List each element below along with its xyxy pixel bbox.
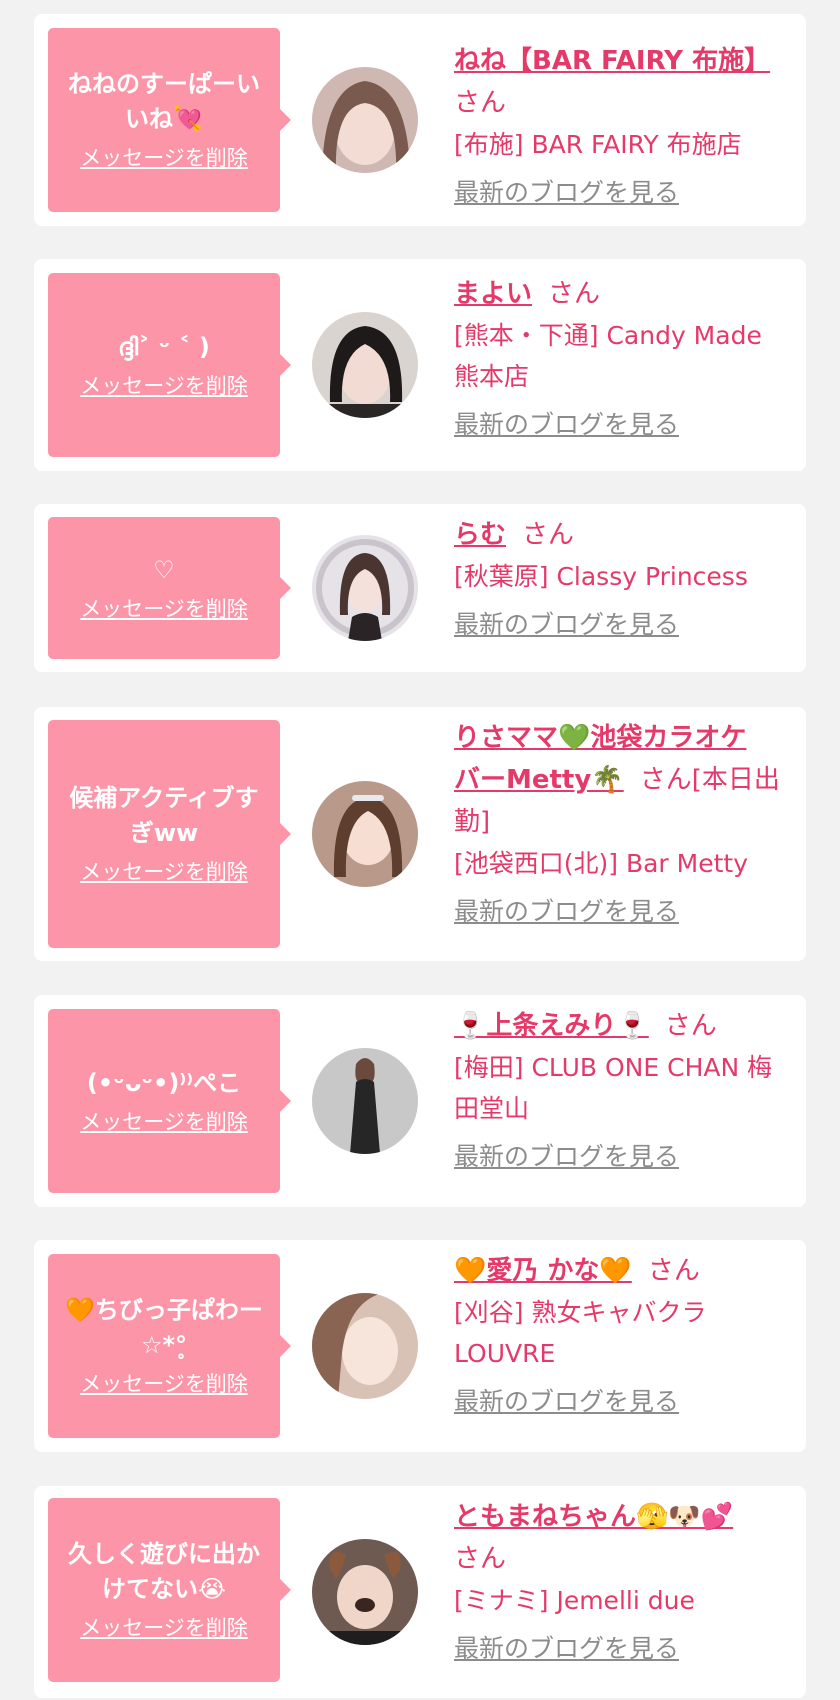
san-suffix: さん [647,1256,700,1286]
message-bubble: ♡ メッセージを削除 [48,517,291,659]
message-bubble: 🧡ちびっ子ぱわー☆*°̥ メッセージを削除 [48,1254,291,1438]
delete-message-link[interactable]: メッセージを削除 [80,1369,248,1399]
san-suffix: さん [664,1011,717,1041]
cast-line: 🧡愛乃 かな🧡 さん [454,1250,804,1292]
cast-line: まよい さん [454,273,804,315]
latest-blog-link[interactable]: 最新のブログを見る [454,175,679,211]
message-bubble: ねねのすーぱーいいね💘 メッセージを削除 [48,28,291,212]
latest-blog-link[interactable]: 最新のブログを見る [454,1631,679,1667]
list-item: ねねのすーぱーいいね💘 メッセージを削除 ねね【BAR FAIRY 布施】 さん… [34,14,806,226]
cast-info: りさママ💚池袋カラオケ バーMetty🌴 さん[本日出 勤] [池袋西口(北)] … [454,717,804,930]
san-suffix: 勤] [454,807,491,837]
cast-line: 勤] [454,801,804,843]
shop-name: [刈谷] 熟女キャバクラ [454,1298,707,1327]
cast-name-link[interactable]: ともまねちゃん🫣🐶💕 [454,1502,733,1532]
list-item: 候補アクティブすぎww メッセージを削除 りさママ💚池袋カラオケ バーMetty… [34,707,806,961]
cast-info: 🍷上条えみり🍷 さん [梅田] CLUB ONE CHAN 梅 田堂山 最新のブロ… [454,1005,804,1175]
cast-line: さん [454,1538,804,1580]
cast-info: らむ さん [秋葉原] Classy Princess 最新のブログを見る [454,514,804,643]
delete-message-link[interactable]: メッセージを削除 [80,143,248,173]
shop-name: [池袋西口(北)] Bar Metty [454,849,749,878]
message-text: 候補アクティブすぎww [69,784,259,847]
cast-line: ねね【BAR FAIRY 布施】 [454,40,804,82]
avatar[interactable] [312,67,418,173]
cast-name-link[interactable]: 🧡愛乃 かな🧡 [454,1256,632,1286]
delete-message-link[interactable]: メッセージを削除 [80,1107,248,1137]
shop-name: [ミナミ] Jemelli due [454,1586,695,1615]
list-item: ദ്ദി˃ ᵕ ˂ ) メッセージを削除 まよい さん [熊本・下通] Candy… [34,259,806,471]
message-text: ദ്ദി˃ ᵕ ˂ ) [118,332,210,361]
favorite-list: ねねのすーぱーいいね💘 メッセージを削除 ねね【BAR FAIRY 布施】 さん… [0,0,840,1700]
san-suffix: さん [522,520,575,550]
latest-blog-link[interactable]: 最新のブログを見る [454,407,679,443]
avatar[interactable] [312,535,418,641]
list-item: (•ᵕᴗᵕ•)⁾⁾ぺこ メッセージを削除 🍷上条えみり🍷 さん [梅田] CLUB… [34,995,806,1207]
list-item: 🧡ちびっ子ぱわー☆*°̥ メッセージを削除 🧡愛乃 かな🧡 さん [刈谷] 熟女キ… [34,1240,806,1452]
cast-line: らむ さん [454,514,804,556]
cast-info: まよい さん [熊本・下通] Candy Made 熊本店 最新のブログを見る [454,273,804,443]
list-item: ♡ メッセージを削除 らむ さん [秋葉原] Classy Princess 最新… [34,504,806,672]
avatar[interactable] [312,1293,418,1399]
message-bubble: ദ്ദി˃ ᵕ ˂ ) メッセージを削除 [48,273,291,457]
delete-message-link[interactable]: メッセージを削除 [80,371,248,401]
message-text: ねねのすーぱーいいね💘 [68,70,260,133]
latest-blog-link[interactable]: 最新のブログを見る [454,1384,679,1420]
cast-line: りさママ💚池袋カラオケ [454,717,804,759]
san-suffix: さん [454,1544,507,1574]
shop-name: LOUVRE [454,1339,556,1368]
san-suffix: さん [454,88,507,118]
message-text: (•ᵕᴗᵕ•)⁾⁾ぺこ [86,1068,242,1097]
cast-name-link[interactable]: バーMetty🌴 [454,765,624,795]
message-text: 🧡ちびっ子ぱわー☆*°̥ [65,1296,263,1359]
delete-message-link[interactable]: メッセージを削除 [80,594,248,624]
cast-name-link[interactable]: りさママ💚池袋カラオケ [454,723,746,753]
shop-name: [梅田] CLUB ONE CHAN 梅 [454,1053,773,1082]
avatar[interactable] [312,1048,418,1154]
avatar[interactable] [312,312,418,418]
shop-name: [秋葉原] Classy Princess [454,562,748,591]
san-suffix: さん[本日出 [639,765,780,795]
shop-name: 熊本店 [454,362,530,391]
cast-line: 🍷上条えみり🍷 さん [454,1005,804,1047]
cast-name-link[interactable]: ねね【BAR FAIRY 布施】 [454,46,770,76]
message-text: ♡ [153,555,175,584]
cast-line: さん [454,82,804,124]
avatar[interactable] [312,781,418,887]
cast-info: ねね【BAR FAIRY 布施】 さん [布施] BAR FAIRY 布施店 最… [454,40,804,211]
cast-name-link[interactable]: 🍷上条えみり🍷 [454,1011,649,1041]
avatar[interactable] [312,1539,418,1645]
shop-name: 田堂山 [454,1094,530,1123]
cast-info: 🧡愛乃 かな🧡 さん [刈谷] 熟女キャバクラ LOUVRE 最新のブログを見る [454,1250,804,1420]
san-suffix: さん [548,279,601,309]
latest-blog-link[interactable]: 最新のブログを見る [454,607,679,643]
cast-line: ともまねちゃん🫣🐶💕 [454,1496,804,1538]
message-bubble: 久しく遊びに出かけてない😭 メッセージを削除 [48,1498,291,1682]
shop-name: [布施] BAR FAIRY 布施店 [454,130,742,159]
message-bubble: (•ᵕᴗᵕ•)⁾⁾ぺこ メッセージを削除 [48,1009,291,1193]
cast-line: バーMetty🌴 さん[本日出 [454,759,804,801]
latest-blog-link[interactable]: 最新のブログを見る [454,894,679,930]
list-item: 久しく遊びに出かけてない😭 メッセージを削除 ともまねちゃん🫣🐶💕 さん [ミナ… [34,1486,806,1698]
cast-name-link[interactable]: らむ [454,520,506,550]
message-bubble: 候補アクティブすぎww メッセージを削除 [48,720,291,948]
shop-name: [熊本・下通] Candy Made [454,321,762,350]
latest-blog-link[interactable]: 最新のブログを見る [454,1139,679,1175]
cast-name-link[interactable]: まよい [454,279,532,309]
message-text: 久しく遊びに出かけてない😭 [68,1540,260,1603]
delete-message-link[interactable]: メッセージを削除 [80,857,248,887]
cast-info: ともまねちゃん🫣🐶💕 さん [ミナミ] Jemelli due 最新のブログを見… [454,1496,804,1667]
delete-message-link[interactable]: メッセージを削除 [80,1613,248,1643]
